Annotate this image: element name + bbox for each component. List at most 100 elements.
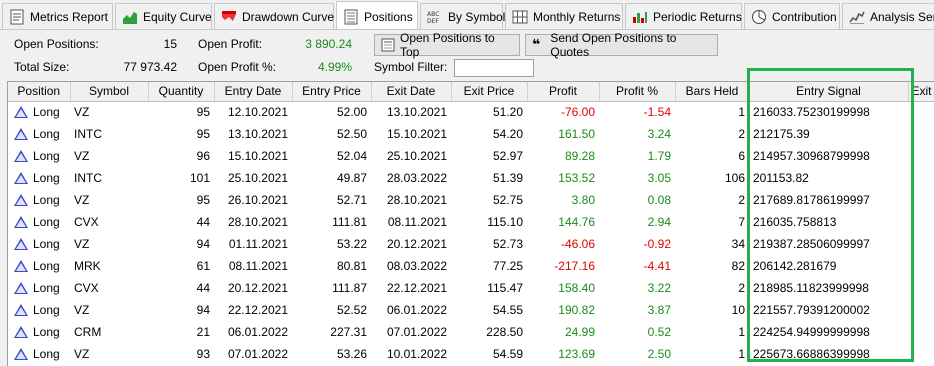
column-header-exit-signal[interactable]: Exit Signal: [908, 82, 934, 102]
entry-signal-cell: 201153.82: [753, 171, 809, 185]
positions-table: Position Symbol Quantity Entry Date Entr…: [8, 82, 934, 365]
long-position-icon: [14, 326, 28, 338]
tab-label: Contribution: [772, 9, 837, 24]
quantity-cell: 94: [196, 303, 210, 317]
exit-price-cell: 52.73: [492, 237, 523, 251]
position-label: Long: [33, 193, 60, 207]
entry-price-cell: 53.22: [336, 237, 367, 251]
equity-curve-icon: [122, 9, 138, 25]
bars-held-cell: 6: [738, 149, 745, 163]
long-position-icon: [14, 282, 28, 294]
position-cell: Long: [8, 321, 70, 343]
entry-date-cell: 22.12.2021: [227, 303, 288, 317]
tab-label: Monthly Returns: [533, 9, 621, 24]
profit-cell: 144.76: [558, 215, 595, 229]
position-cell: Long: [8, 211, 70, 233]
exit-price-cell: 115.47: [487, 281, 523, 295]
table-row[interactable]: Long VZ 95 26.10.2021 52.71 28.10.2021 52.75 3.…: [8, 189, 934, 211]
tab-contribution[interactable]: Contribution: [744, 3, 840, 29]
exit-date-cell: 28.10.2021: [386, 193, 447, 207]
report-icon: [9, 9, 25, 25]
exit-price-cell: 51.39: [492, 171, 523, 185]
column-header-profit[interactable]: Profit: [527, 82, 600, 102]
profit-pct-cell: 0.08: [647, 193, 671, 207]
table-row[interactable]: Long CVX 44 28.10.2021 111.81 08.11.2021 115.1…: [8, 211, 934, 233]
column-header-profit-pct[interactable]: Profit %: [599, 82, 676, 102]
long-position-icon: [14, 128, 28, 140]
entry-date-cell: 08.11.2021: [228, 259, 288, 273]
table-row[interactable]: Long VZ 93 07.01.2022 53.26 10.01.2022 54.59 12…: [8, 343, 934, 365]
entry-date-cell: 13.10.2021: [227, 127, 288, 141]
table-row[interactable]: Long CVX 44 20.12.2021 111.87 22.12.2021 115.4…: [8, 277, 934, 299]
symbol-cell: VZ: [74, 193, 90, 207]
column-header-quantity[interactable]: Quantity: [148, 82, 215, 102]
profit-pct-cell: 2.50: [647, 347, 671, 361]
table-row[interactable]: Long INTC 95 13.10.2021 52.50 15.10.2021 54.20…: [8, 123, 934, 145]
table-row[interactable]: Long VZ 94 22.12.2021 52.52 06.01.2022 54.55 19…: [8, 299, 934, 321]
tab-label: Drawdown Curve: [242, 9, 335, 24]
column-header-entry-signal[interactable]: Entry Signal: [749, 82, 909, 102]
long-position-icon: [14, 260, 28, 272]
quantity-cell: 95: [196, 127, 210, 141]
profit-cell: 158.40: [558, 281, 595, 295]
entry-signal-cell: 214957.30968799998: [753, 149, 870, 163]
symbol-cell: INTC: [74, 127, 102, 141]
tab-label: Periodic Returns: [653, 9, 742, 24]
profit-pct-cell: 3.24: [647, 127, 671, 141]
entry-signal-cell: 216033.75230199998: [753, 105, 870, 120]
symbol-cell: CRM: [74, 325, 102, 339]
table-row[interactable]: Long VZ 96 15.10.2021 52.04 25.10.2021 52.97 89…: [8, 145, 934, 167]
profit-pct-cell: 3.05: [647, 171, 671, 185]
column-header-exit-date[interactable]: Exit Date: [371, 82, 452, 102]
exit-signal-cell: [908, 123, 934, 145]
entry-price-cell: 52.71: [336, 193, 367, 207]
tab-analysis-series[interactable]: Analysis Seri: [842, 3, 934, 29]
tab-metrics-report[interactable]: Metrics Report: [2, 3, 113, 29]
entry-signal-cell: 212175.39: [753, 127, 810, 141]
position-label: Long: [33, 127, 60, 141]
tab-periodic-returns[interactable]: Periodic Returns: [625, 3, 742, 29]
bars-held-cell: 34: [731, 237, 745, 251]
tab-equity-curve[interactable]: Equity Curve: [115, 3, 212, 29]
pie-icon: [751, 9, 767, 25]
entry-price-cell: 49.87: [336, 171, 367, 185]
position-cell: Long: [8, 145, 70, 167]
symbol-cell: VZ: [74, 149, 90, 163]
tab-drawdown-curve[interactable]: Drawdown Curve: [214, 3, 334, 29]
exit-price-cell: 52.75: [492, 193, 523, 207]
periodic-returns-icon: [632, 9, 648, 25]
bars-held-cell: 2: [738, 193, 745, 207]
table-row[interactable]: Long CRM 21 06.01.2022 227.31 07.01.2022 228.5…: [8, 321, 934, 343]
position-cell: Long: [8, 299, 70, 321]
tab-by-symbol[interactable]: ABC DEF By Symbol: [420, 3, 505, 29]
column-header-bars-held[interactable]: Bars Held: [675, 82, 750, 102]
symbol-cell: CVX: [74, 281, 99, 295]
entry-price-cell: 80.81: [336, 259, 367, 273]
symbol-cell: CVX: [74, 215, 99, 229]
column-header-entry-price[interactable]: Entry Price: [292, 82, 372, 102]
exit-signal-cell: [908, 321, 934, 343]
tab-positions[interactable]: Positions: [336, 1, 418, 29]
column-header-entry-date[interactable]: Entry Date: [214, 82, 293, 102]
open-positions-to-top-button[interactable]: Open Positions to Top: [374, 31, 520, 59]
send-open-positions-to-quotes-button[interactable]: ❝ Send Open Positions to Quotes: [525, 31, 718, 59]
entry-price-cell: 53.26: [336, 347, 367, 361]
tab-monthly-returns[interactable]: Monthly Returns: [505, 3, 623, 29]
column-header-symbol[interactable]: Symbol: [70, 82, 149, 102]
symbol-filter-input[interactable]: [454, 59, 534, 77]
bars-held-cell: 1: [738, 347, 745, 361]
table-row[interactable]: Long VZ 94 01.11.2021 53.22 20.12.2021 52.73 -4…: [8, 233, 934, 255]
table-row[interactable]: Long INTC 101 25.10.2021 49.87 28.03.2022 51.3…: [8, 167, 934, 189]
table-row[interactable]: Long VZ 95 12.10.2021 52.00 13.10.2021 51.20 -7…: [8, 101, 934, 123]
column-header-position[interactable]: Position: [8, 82, 71, 102]
exit-signal-cell: [908, 299, 934, 321]
position-label: Long: [33, 149, 60, 163]
quantity-cell: 101: [189, 171, 210, 185]
long-position-icon: [14, 216, 28, 228]
calendar-grid-icon: [512, 9, 528, 25]
table-row[interactable]: Long MRK 61 08.11.2021 80.81 08.03.2022 77.25 -…: [8, 255, 934, 277]
button-label: Send Open Positions to Quotes: [550, 31, 677, 59]
column-header-exit-price[interactable]: Exit Price: [451, 82, 528, 102]
exit-date-cell: 07.01.2022: [386, 325, 447, 339]
bars-held-cell: 10: [731, 303, 745, 317]
